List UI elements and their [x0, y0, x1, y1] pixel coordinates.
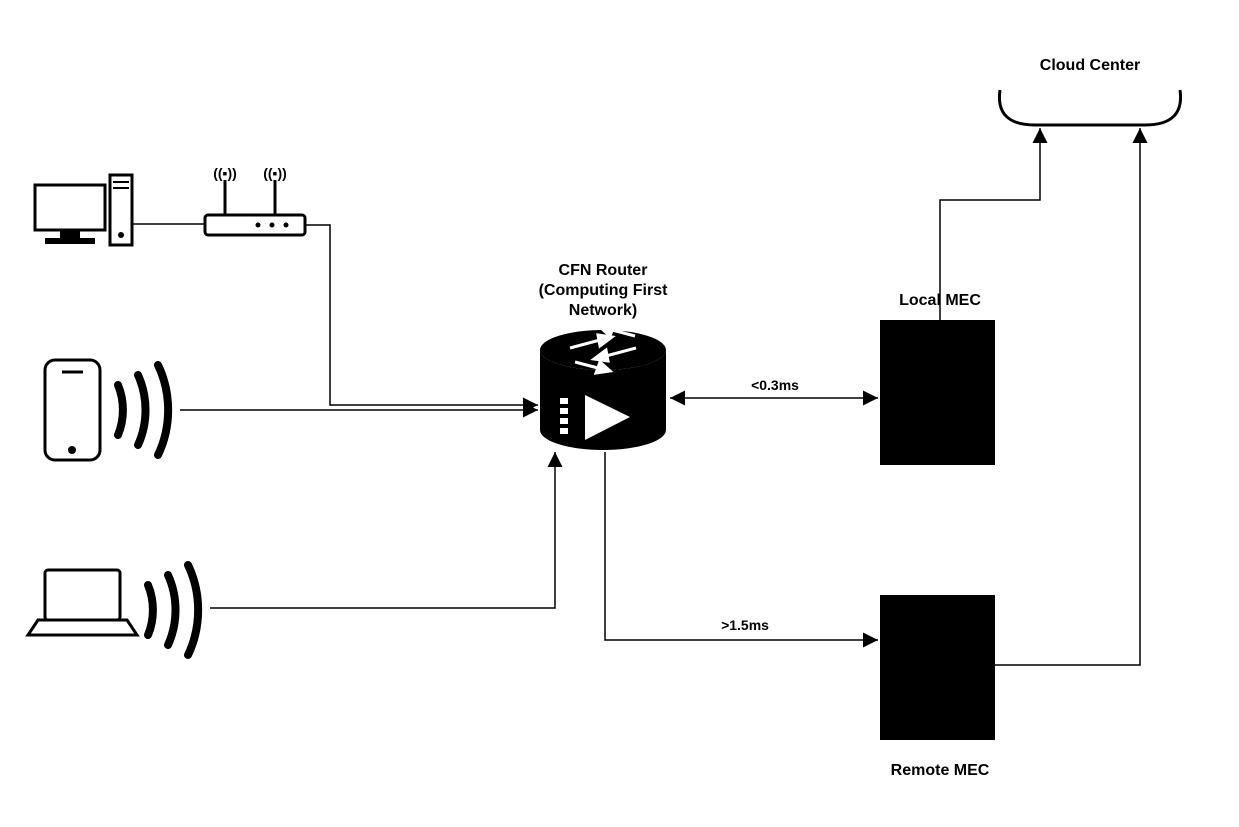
- smartphone-icon: [45, 360, 100, 460]
- wifi-icon: [148, 565, 198, 655]
- laptop-screen-icon: [45, 570, 120, 620]
- remote-mec-server: [880, 595, 995, 740]
- edge-router-remote: [605, 452, 878, 640]
- desktop-device: [35, 175, 132, 245]
- latency-local-label: <0.3ms: [751, 377, 799, 393]
- smartphone-device: [45, 360, 100, 460]
- remote-mec-label: Remote MEC: [891, 762, 990, 779]
- edge-laptop-router: [210, 452, 555, 608]
- latency-remote-label: >1.5ms: [721, 617, 769, 633]
- cloud-icon: [999, 90, 1180, 125]
- monitor-icon: [35, 185, 105, 230]
- laptop-base-icon: [28, 620, 137, 635]
- wifi-icon: [118, 365, 168, 455]
- router-label-line1: CFN Router: [559, 262, 648, 279]
- router-label-line3: Network): [569, 302, 637, 319]
- cfn-router: [540, 325, 666, 450]
- local-mec-server: [880, 320, 995, 465]
- wifi-router: ((▪)) ((▪)): [205, 165, 305, 235]
- cloud-center-label: Cloud Center: [1040, 57, 1140, 74]
- edge-ap-router: [305, 225, 538, 405]
- router-box-icon: [205, 215, 305, 235]
- edge-remote-cloud: [995, 128, 1140, 665]
- svg-text:((▪)): ((▪)): [213, 165, 237, 181]
- laptop-device: [28, 570, 137, 635]
- svg-text:((▪)): ((▪)): [263, 165, 287, 181]
- router-label-line2: (Computing First: [539, 282, 669, 299]
- cloud-center: Cloud Center: [999, 57, 1180, 125]
